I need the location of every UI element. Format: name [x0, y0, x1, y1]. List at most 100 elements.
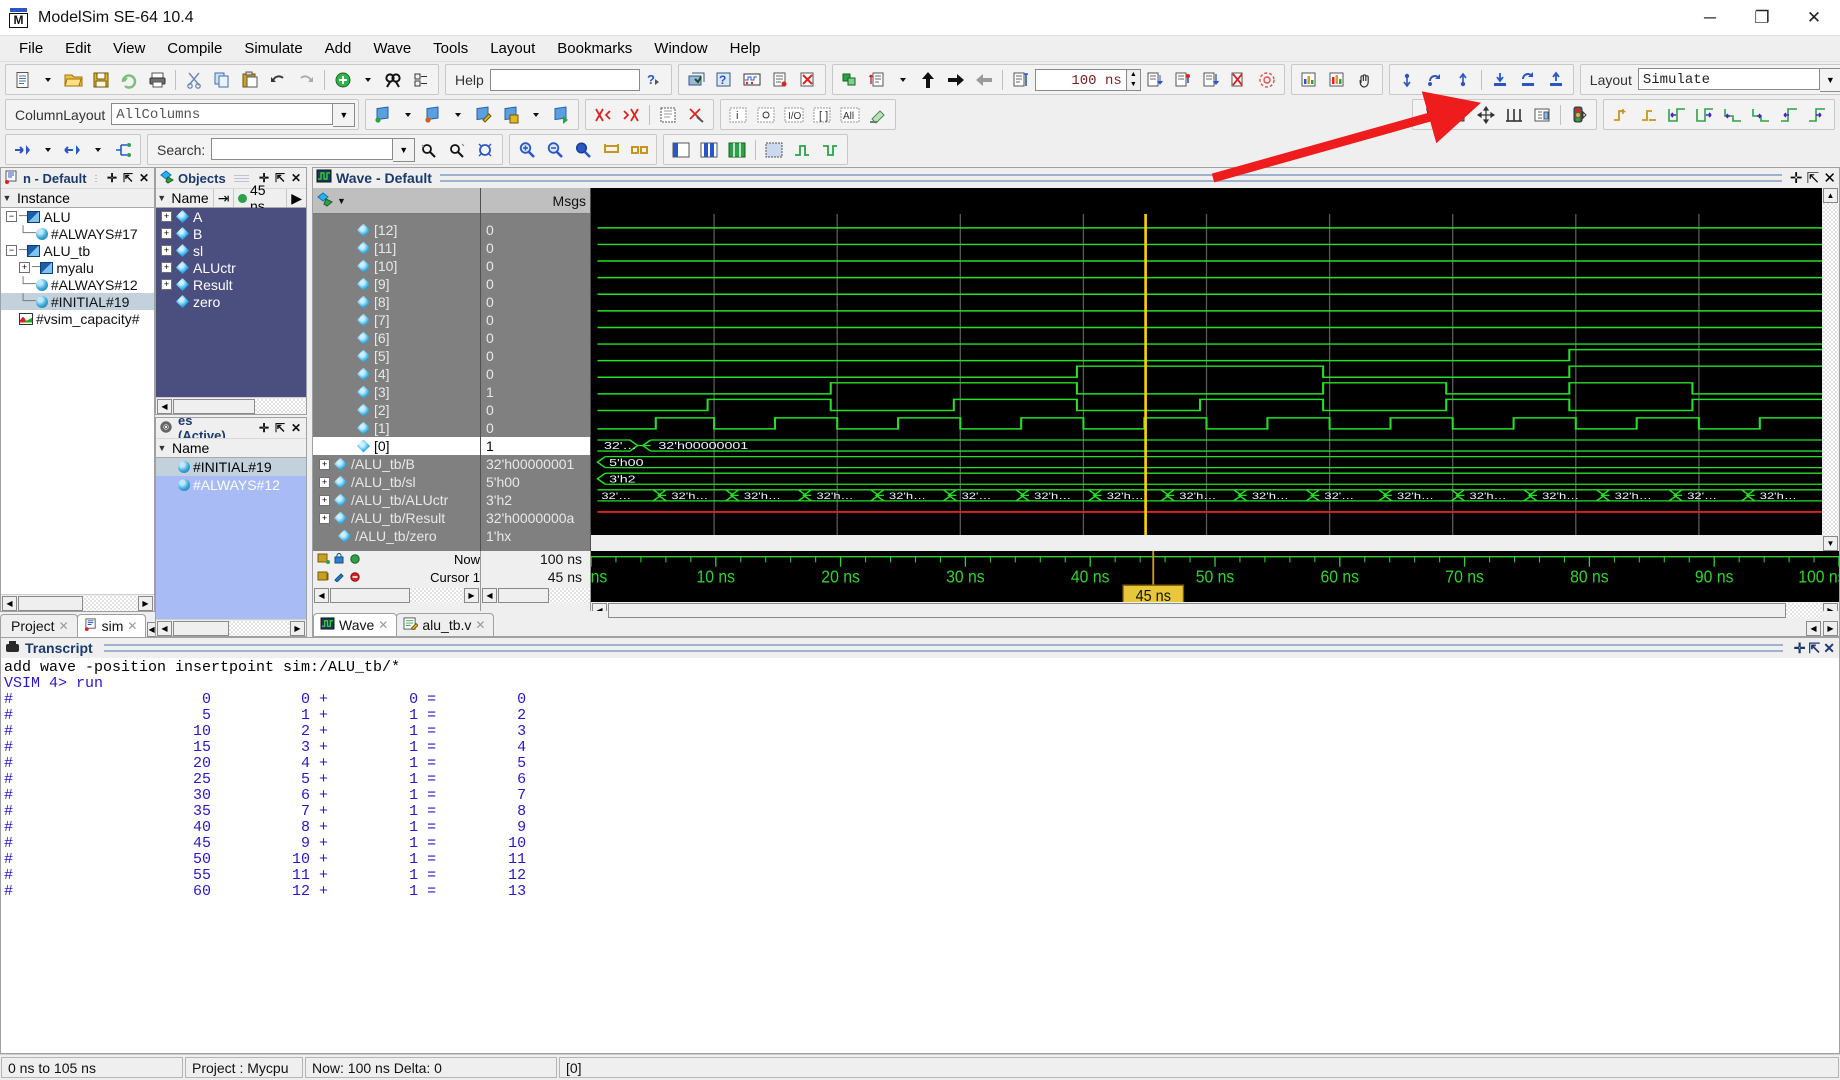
print-icon[interactable] [144, 67, 170, 93]
next-bookmark-icon[interactable] [1422, 67, 1448, 93]
layout-combo[interactable]: Simulate ▼ [1637, 67, 1840, 92]
filter-all-icon[interactable]: All [837, 102, 863, 128]
save-icon[interactable] [88, 67, 114, 93]
wave-tabstrip-prev-icon[interactable]: ◀ [1806, 621, 1821, 636]
processes-pane-undock-icon[interactable]: ⇱ [273, 421, 287, 435]
add-bookmark-icon[interactable] [1394, 67, 1420, 93]
add-icon[interactable] [330, 67, 356, 93]
menu-compile[interactable]: Compile [156, 38, 233, 59]
wave-tabstrip-next-icon[interactable]: ▶ [1823, 621, 1838, 636]
expand-signals-dropdown-icon[interactable] [38, 137, 58, 163]
menu-edit[interactable]: Edit [54, 38, 102, 59]
search-next-icon[interactable] [444, 137, 470, 163]
open-icon[interactable] [60, 67, 86, 93]
wave-save-icon[interactable] [498, 102, 524, 128]
wave-bit-row[interactable]: [12] [313, 221, 480, 239]
wave-canvas-vscroll-bottom[interactable] [591, 535, 1822, 551]
menu-wave[interactable]: Wave [362, 38, 422, 59]
format-left-icon[interactable] [668, 137, 694, 163]
find-options-icon[interactable] [408, 67, 434, 93]
scroll-left-icon[interactable]: ◀ [482, 588, 497, 603]
wave-undock-icon[interactable]: ⇱ [1807, 170, 1820, 187]
expand-signal-icon[interactable] [655, 102, 681, 128]
instance-row-always12[interactable]: └─ #ALWAYS#12 [1, 276, 154, 293]
scroll-track[interactable] [18, 595, 137, 611]
menu-layout[interactable]: Layout [479, 38, 546, 59]
wave-save-dropdown-icon[interactable] [526, 102, 546, 128]
wave-bus-row[interactable]: /ALU_tb/zero [313, 527, 480, 545]
search-prev-icon[interactable] [416, 137, 442, 163]
wave-names-dropdown-icon[interactable]: ▼ [337, 196, 346, 206]
object-row[interactable]: zero [156, 293, 306, 310]
instance-pane-undock-icon[interactable]: ⇱ [121, 171, 135, 185]
expander-icon[interactable]: + [319, 512, 330, 524]
run-icon[interactable] [865, 67, 891, 93]
wave-bus-row[interactable]: + /ALU_tb/B [313, 455, 480, 473]
wave-bus-row[interactable]: + /ALU_tb/sl [313, 473, 480, 491]
objects-filter-icon[interactable]: ▼ [156, 193, 167, 203]
wave-bit-row[interactable]: [10] [313, 257, 480, 275]
search-combo[interactable]: ▼ [211, 137, 416, 162]
help-input[interactable] [489, 68, 640, 91]
wave-vscrollbar[interactable]: ▲ ▼ [1822, 188, 1839, 551]
redo-icon[interactable] [293, 67, 319, 93]
wave-names-list[interactable]: [12] [11] [10] [9] [8] [7] [6] [5] [4] [… [313, 214, 480, 551]
search-options-icon[interactable] [472, 137, 498, 163]
wave-bit-row[interactable]: [4] [313, 365, 480, 383]
expander-icon[interactable]: + [161, 245, 172, 256]
expander-icon[interactable]: − [6, 211, 17, 222]
transcript-undock-icon[interactable]: ⇱ [1809, 640, 1821, 657]
scroll-left-icon[interactable]: ◀ [314, 588, 329, 603]
scroll-right-icon[interactable]: ▶ [464, 588, 479, 603]
wave-bit-row[interactable]: [9] [313, 275, 480, 293]
instance-filter-icon[interactable]: ▼ [1, 193, 13, 203]
stop-run-icon[interactable] [1226, 67, 1252, 93]
instance-row-alu[interactable]: − ─ ALU [1, 208, 154, 225]
tab-close-icon[interactable]: ✕ [475, 618, 485, 632]
wave-name-column[interactable]: ▼ [12] [11] [10] [9] [8] [7] [6] [5] [4]… [313, 188, 481, 551]
transcript-dock-icon[interactable]: ✛ [1794, 640, 1806, 657]
search-chevron-down-icon[interactable]: ▼ [393, 137, 416, 162]
expander-icon[interactable]: − [6, 245, 17, 256]
new-file-icon[interactable] [10, 67, 36, 93]
menu-help[interactable]: Help [719, 38, 772, 59]
wave-bit-row-selected[interactable]: [0] [313, 437, 480, 455]
expander-icon[interactable]: + [161, 279, 172, 290]
paste-icon[interactable] [237, 67, 263, 93]
simulate-dataflow-icon[interactable] [767, 67, 793, 93]
menu-tools[interactable]: Tools [422, 38, 479, 59]
scroll-down-icon[interactable]: ▼ [1823, 536, 1838, 551]
break-icon[interactable] [1008, 67, 1034, 93]
compile-all-icon[interactable]: ? [711, 67, 737, 93]
scroll-left-icon[interactable]: ◀ [157, 620, 172, 636]
expander-icon[interactable]: + [161, 228, 172, 239]
scroll-left-icon[interactable]: ◀ [157, 398, 172, 414]
wave-names-hscrollbar[interactable]: ◀ ▶ [313, 587, 480, 604]
coverage-icon[interactable] [1254, 67, 1280, 93]
zoom-fit-icon[interactable] [570, 137, 596, 163]
zoom-in-icon[interactable] [514, 137, 540, 163]
next-cursor-icon[interactable] [1515, 67, 1541, 93]
column-layout-chevron-down-icon[interactable]: ▼ [333, 102, 356, 127]
transcript-grip[interactable] [103, 644, 1783, 652]
measure-mode-icon[interactable] [1501, 102, 1527, 128]
copy-icon[interactable] [209, 67, 235, 93]
profile-report-icon[interactable] [1296, 67, 1322, 93]
object-row[interactable]: + ALUctr [156, 259, 306, 276]
run-length-input[interactable]: 100 ns [1034, 68, 1127, 91]
transcript-close-icon[interactable]: ✕ [1823, 640, 1835, 657]
restart-icon[interactable] [837, 67, 863, 93]
scroll-right-icon[interactable]: ▶ [290, 620, 305, 636]
wave-bit-row[interactable]: [3] [313, 383, 480, 401]
memory-report-icon[interactable] [1324, 67, 1350, 93]
run-length-spinner[interactable]: ▲ ▼ [1126, 68, 1141, 91]
run-all-icon[interactable] [943, 67, 969, 93]
tab-project[interactable]: Project ✕ [0, 614, 78, 637]
clear-filter-icon[interactable] [865, 102, 891, 128]
add-cursor-icon[interactable] [1487, 67, 1513, 93]
wave-time-ruler[interactable]: ns 10 ns 20 ns 30 ns 40 ns 50 ns 60 ns 70 ns… [590, 551, 1840, 606]
instance-row-alutb[interactable]: − ─ ALU_tb [1, 242, 154, 259]
expander-icon[interactable]: + [319, 476, 330, 488]
undo-icon[interactable] [265, 67, 291, 93]
new-file-dropdown-icon[interactable] [38, 67, 58, 93]
